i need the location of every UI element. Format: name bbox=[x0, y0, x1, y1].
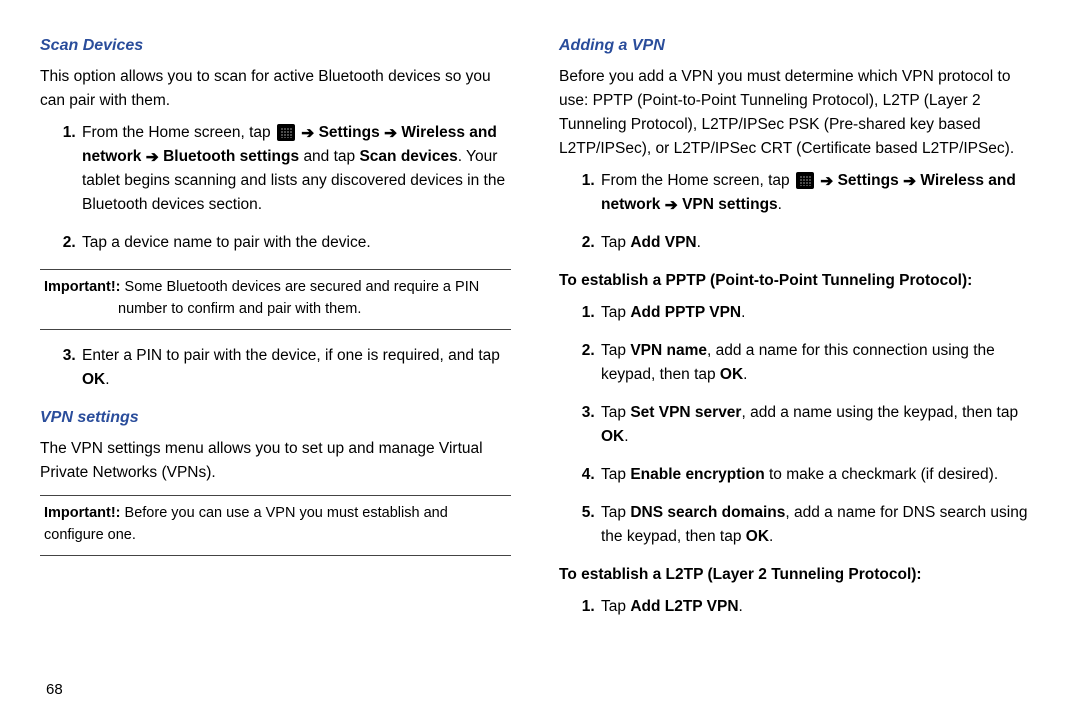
arrow-icon: ➔ bbox=[146, 146, 159, 170]
scan-step-3: Enter a PIN to pair with the device, if … bbox=[80, 344, 511, 392]
t: Tap bbox=[601, 342, 630, 359]
t: , add a name using the keypad, then tap bbox=[741, 404, 1018, 421]
important-note-bluetooth: Important!: Some Bluetooth devices are s… bbox=[40, 269, 511, 330]
add-vpn-steps: From the Home screen, tap ➔ Settings ➔ W… bbox=[569, 169, 1030, 255]
scan-step-1: From the Home screen, tap ➔ Settings ➔ W… bbox=[80, 121, 511, 217]
t: . bbox=[743, 366, 747, 383]
vpn-intro: The VPN settings menu allows you to set … bbox=[40, 437, 511, 485]
heading-scan-devices: Scan Devices bbox=[40, 34, 511, 59]
scan-step-2: Tap a device name to pair with the devic… bbox=[80, 231, 511, 255]
path-bluetooth-settings: Bluetooth settings bbox=[163, 148, 299, 165]
note-label: Important!: bbox=[44, 505, 121, 521]
t: . bbox=[624, 428, 628, 445]
l2tp-step-1: Tap Add L2TP VPN. bbox=[599, 595, 1030, 619]
pptp-step-1: Tap Add PPTP VPN. bbox=[599, 301, 1030, 325]
scan-intro: This option allows you to scan for activ… bbox=[40, 65, 511, 113]
arrow-icon: ➔ bbox=[903, 170, 916, 194]
heading-adding-vpn: Adding a VPN bbox=[559, 34, 1030, 59]
path-settings: Settings bbox=[838, 172, 899, 189]
and-tap: and tap bbox=[303, 148, 359, 165]
l2tp-steps: Tap Add L2TP VPN. bbox=[569, 595, 1030, 619]
note-text: Some Bluetooth devices are secured and r… bbox=[118, 279, 479, 317]
t: Tap bbox=[601, 404, 630, 421]
step2-post: . bbox=[697, 234, 701, 251]
apps-grid-icon bbox=[796, 172, 814, 189]
add-vpn-step-2: Tap Add VPN. bbox=[599, 231, 1030, 255]
ok-label: OK bbox=[720, 366, 743, 383]
pptp-step-5: Tap DNS search domains, add a name for D… bbox=[599, 501, 1030, 549]
arrow-icon: ➔ bbox=[820, 170, 833, 194]
pptp-step-2: Tap VPN name, add a name for this connec… bbox=[599, 339, 1030, 387]
t: . bbox=[741, 304, 745, 321]
page: Scan Devices This option allows you to s… bbox=[0, 0, 1080, 720]
subheading-l2tp: To establish a L2TP (Layer 2 Tunneling P… bbox=[559, 563, 1030, 587]
arrow-icon: ➔ bbox=[384, 122, 397, 146]
adding-vpn-intro: Before you add a VPN you must determine … bbox=[559, 65, 1030, 161]
path-settings: Settings bbox=[319, 124, 380, 141]
apps-grid-icon bbox=[277, 124, 295, 141]
arrow-icon: ➔ bbox=[665, 194, 678, 218]
pptp-steps: Tap Add PPTP VPN. Tap VPN name, add a na… bbox=[569, 301, 1030, 549]
pptp-step-4: Tap Enable encryption to make a checkmar… bbox=[599, 463, 1030, 487]
add-vpn-step-1: From the Home screen, tap ➔ Settings ➔ W… bbox=[599, 169, 1030, 217]
step1-post: . bbox=[778, 196, 782, 213]
t: Tap bbox=[601, 304, 630, 321]
step1-pre: From the Home screen, tap bbox=[82, 124, 275, 141]
t: Tap bbox=[601, 466, 630, 483]
step2-pre: Tap bbox=[601, 234, 630, 251]
t: . bbox=[739, 598, 743, 615]
page-number: 68 bbox=[46, 681, 63, 698]
scan-steps: From the Home screen, tap ➔ Settings ➔ W… bbox=[50, 121, 511, 255]
important-note-vpn: Important!: Before you can use a VPN you… bbox=[40, 495, 511, 556]
add-l2tp-vpn-label: Add L2TP VPN bbox=[630, 598, 738, 615]
right-column: Adding a VPN Before you add a VPN you mu… bbox=[555, 30, 1040, 710]
scan-devices-label: Scan devices bbox=[359, 148, 457, 165]
ok-label: OK bbox=[601, 428, 624, 445]
t: . bbox=[769, 528, 773, 545]
add-vpn-label: Add VPN bbox=[630, 234, 696, 251]
arrow-icon: ➔ bbox=[301, 122, 314, 146]
step3-post: . bbox=[105, 371, 109, 388]
subheading-pptp: To establish a PPTP (Point-to-Point Tunn… bbox=[559, 269, 1030, 293]
ok-label: OK bbox=[82, 371, 105, 388]
set-vpn-server-label: Set VPN server bbox=[630, 404, 741, 421]
scan-steps-cont: Enter a PIN to pair with the device, if … bbox=[50, 344, 511, 392]
step3-pre: Enter a PIN to pair with the device, if … bbox=[82, 347, 500, 364]
ok-label: OK bbox=[746, 528, 769, 545]
heading-vpn-settings: VPN settings bbox=[40, 406, 511, 431]
left-column: Scan Devices This option allows you to s… bbox=[40, 30, 515, 710]
t: Tap bbox=[601, 504, 630, 521]
t: Tap bbox=[601, 598, 630, 615]
step1-pre: From the Home screen, tap bbox=[601, 172, 794, 189]
vpn-name-label: VPN name bbox=[630, 342, 707, 359]
t: to make a checkmark (if desired). bbox=[765, 466, 998, 483]
path-vpn-settings: VPN settings bbox=[682, 196, 778, 213]
dns-search-domains-label: DNS search domains bbox=[630, 504, 785, 521]
enable-encryption-label: Enable encryption bbox=[630, 466, 764, 483]
add-pptp-vpn-label: Add PPTP VPN bbox=[630, 304, 741, 321]
note-label: Important!: bbox=[44, 279, 121, 295]
pptp-step-3: Tap Set VPN server, add a name using the… bbox=[599, 401, 1030, 449]
